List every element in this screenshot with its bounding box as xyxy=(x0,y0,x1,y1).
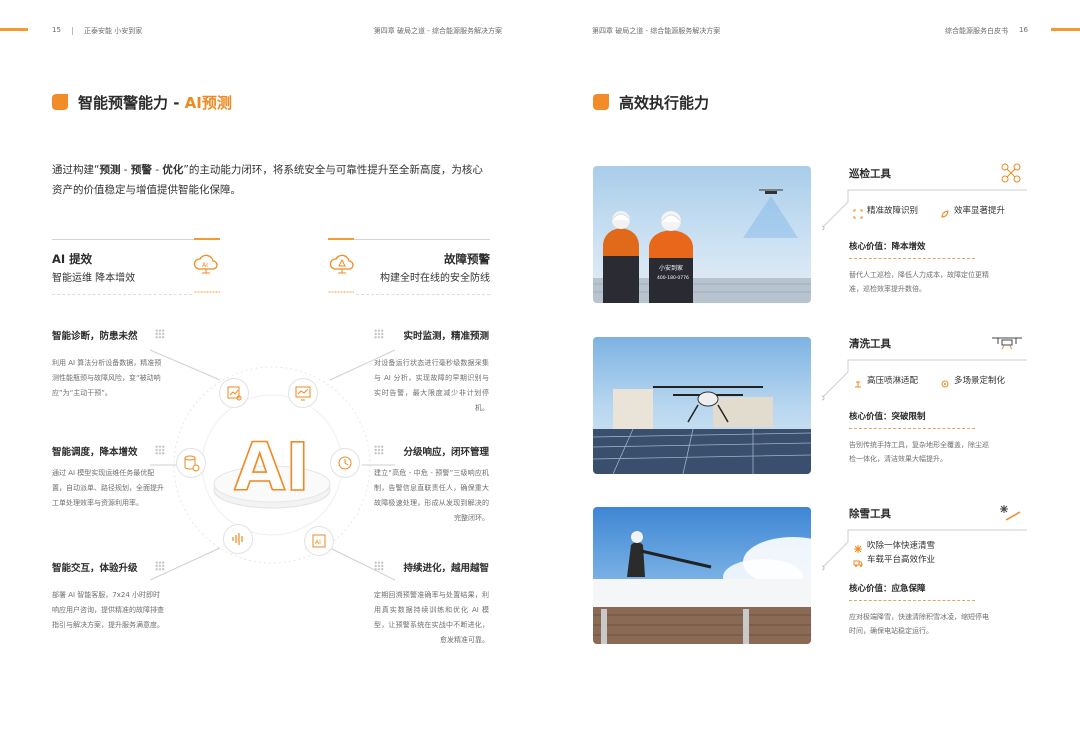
section-title: 智能预警能力 - AI预测 xyxy=(78,92,232,113)
vest-phone-text: 400-180-0776 xyxy=(657,275,689,281)
feature-title: 实时监测，精准预测 xyxy=(403,331,489,342)
section-title: 高效执行能力 xyxy=(619,94,710,112)
tool-description: 替代人工巡检，降低人力成本，故障定位更精准，巡检效率提升数倍。 xyxy=(849,271,989,293)
voice-wave-icon xyxy=(223,524,253,554)
header-divider xyxy=(72,27,73,35)
feature-block: 智能调度，降本增效 通过 AI 模型实现运维任务最优配置，自动派单、路径规划，全… xyxy=(52,444,167,511)
feature-block: 分级响应，闭环管理 建立“高危 - 中危 - 预警”三级响应机制，告警信息直联责… xyxy=(374,444,489,526)
tool-title: 清洗工具 xyxy=(849,338,891,350)
scan-icon xyxy=(853,204,863,223)
rocket-icon xyxy=(940,204,950,223)
feature-block: 持续进化，越用越智 定期回溯预警准确率与处置结果，利用真实数据持续训练和优化 A… xyxy=(374,560,489,648)
feature-block: 智能诊断，防患未然 利用 AI 算法分析设备数据，精准预测性能瓶颈与故障风险，变… xyxy=(52,328,167,401)
intro-text: - xyxy=(151,164,163,176)
feature-body: 对设备运行状态进行毫秒级数据采集与 AI 分析，实现故障的早期识别与实时告警，最… xyxy=(374,359,489,412)
feature-title: 智能交互，体验升级 xyxy=(52,563,138,574)
tool-core-value: 核心价值：应急保障 xyxy=(849,584,926,594)
chart-search-icon xyxy=(219,378,249,408)
tool-description: 应对极端降雪，快速清除积雪冰凌，缩短停电时间，确保电站稳定运行。 xyxy=(849,613,989,635)
ai-chip-icon: AI xyxy=(304,526,334,556)
snow-removal-photo xyxy=(593,507,811,644)
inspection-photo: 小安到家 400-180-0776 xyxy=(593,166,811,303)
svg-text:AI: AI xyxy=(315,539,321,546)
tool-tag: 吹除一体快速清雪 xyxy=(867,541,936,551)
header-chapter: 第四章 破局之道 - 综合能源服务解决方案 xyxy=(373,27,502,35)
page-number: 16 xyxy=(1019,26,1028,34)
header-divider xyxy=(1006,27,1007,35)
section-title-accent: AI预测 xyxy=(184,94,232,112)
vest-logo-text: 小安到家 xyxy=(659,264,683,272)
tool-tag: 效率显著提升 xyxy=(954,206,1006,216)
monitor-chart-icon xyxy=(288,378,318,408)
fault-warning-card: 故障预警 构建全时在线的安全防线 xyxy=(328,238,490,295)
tool-tag: 高压喷淋适配 xyxy=(867,376,919,386)
ai-cloud-icon: AI xyxy=(192,251,220,283)
tool-tag: 多场景定制化 xyxy=(954,376,1006,386)
intro-keyword: 预测 xyxy=(99,164,121,176)
tool-tag: 车载平台高效作业 xyxy=(867,555,936,565)
card-heading: 故障预警 xyxy=(444,252,490,266)
left-page: 15 正泰安能 小安到家 第四章 破局之道 - 综合能源服务解决方案 智能预警能… xyxy=(0,0,540,733)
tool-title: 巡检工具 xyxy=(849,168,891,180)
ai-efficiency-card: AI 提效 智能运维 降本增效 AI xyxy=(52,238,220,295)
tool-core-value: 核心价值：突破限制 xyxy=(849,412,926,422)
feature-block: 智能交互，体验升级 部署 AI 智能客服，7x24 小时即时响应用户咨询，提供精… xyxy=(52,560,167,633)
header-accent-bar xyxy=(0,28,28,31)
tool-title: 除雪工具 xyxy=(849,508,891,520)
section-marker xyxy=(593,94,609,110)
tool-tag: 精准故障识别 xyxy=(867,206,919,216)
header-accent-bar xyxy=(1051,28,1080,31)
feature-title: 持续进化，越用越智 xyxy=(403,563,489,574)
header-chapter: 第四章 破局之道 - 综合能源服务解决方案 xyxy=(592,27,721,35)
feature-title: 智能调度，降本增效 xyxy=(52,447,138,458)
section-title-prefix: 智能预警能力 - xyxy=(78,94,185,112)
snow-brush-icon xyxy=(998,502,1022,528)
database-gear-icon xyxy=(176,448,206,478)
center-ai-label: AI xyxy=(234,429,310,506)
tool-core-value: 核心价值：降本增效 xyxy=(849,242,926,252)
drone-icon xyxy=(1000,162,1022,188)
cleaning-photo xyxy=(593,337,811,474)
card-subtitle: 智能运维 降本增效 xyxy=(52,273,136,284)
card-heading: AI 提效 xyxy=(52,252,93,266)
alarm-icon xyxy=(330,448,360,478)
card-subtitle: 构建全时在线的安全防线 xyxy=(380,273,490,284)
feature-title: 智能诊断，防患未然 xyxy=(52,331,138,342)
feature-title: 分级响应，闭环管理 xyxy=(403,447,489,458)
feature-body: 定期回溯预警准确率与处置结果，利用真实数据持续训练和优化 AI 模型，让预警系统… xyxy=(374,591,489,644)
feature-body: 利用 AI 算法分析设备数据，精准预测性能瓶颈与故障风险，变“被动响应”为“主动… xyxy=(52,359,162,397)
feature-block: 实时监测，精准预测 对设备运行状态进行毫秒级数据采集与 AI 分析，实现故障的早… xyxy=(374,328,489,416)
gear-icon xyxy=(940,374,950,393)
intro-keyword: 优化 xyxy=(162,164,184,176)
intro-text: 通过构建“ xyxy=(52,164,100,176)
header-doc-title: 综合能源服务白皮书 xyxy=(945,27,1008,35)
intro-keyword: 预警 xyxy=(130,164,152,176)
tool-description: 告别传统手持工具，复杂地形全覆盖，除尘巡检一体化，清洁效果大幅提升。 xyxy=(849,441,989,463)
page-number: 15 xyxy=(52,26,61,34)
tool-card-inspection: 巡检工具 精准故障识别 效率显著提升 核心价值：降本增效 替代人工巡检，降低人力… xyxy=(822,160,1027,300)
feature-body: 通过 AI 模型实现运维任务最优配置，自动派单、路径规划，全面提升工单处理效率与… xyxy=(52,469,164,507)
tool-card-snow: 除雪工具 吹除一体快速清雪 车载平台高效作业 核心价值：应急保障 应对极端降雪，… xyxy=(822,500,1027,640)
feature-body: 建立“高危 - 中危 - 预警”三级响应机制，告警信息直联责任人，确保重大故障极… xyxy=(374,469,489,522)
spray-drone-icon xyxy=(990,334,1024,354)
warning-cloud-icon xyxy=(328,251,356,283)
spray-icon xyxy=(853,374,863,393)
header-brand: 正泰安能 小安到家 xyxy=(84,27,143,35)
right-page: 第四章 破局之道 - 综合能源服务解决方案 综合能源服务白皮书 16 高效执行能… xyxy=(540,0,1080,733)
feature-body: 部署 AI 智能客服，7x24 小时即时响应用户咨询，提供精准的故障排查指引与解… xyxy=(52,591,164,629)
intro-paragraph: 通过构建“预测 - 预警 - 优化”的主动能力闭环，将系统安全与可靠性提升至全新… xyxy=(52,160,492,200)
section-marker xyxy=(52,94,68,110)
svg-text:AI: AI xyxy=(202,262,208,269)
intro-text: - xyxy=(120,164,131,176)
tool-card-cleaning: 清洗工具 高压喷淋适配 多场景定制化 核心价值：突破限制 告别传统手持工具，复杂… xyxy=(822,330,1027,470)
truck-icon xyxy=(853,553,863,572)
